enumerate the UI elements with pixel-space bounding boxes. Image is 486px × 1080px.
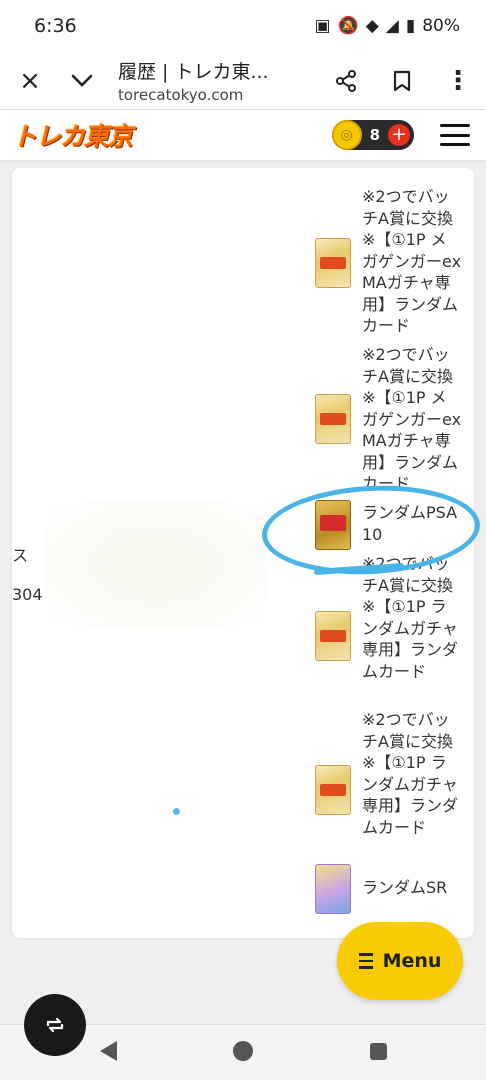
status-time: 6:36 <box>34 15 77 37</box>
back-icon[interactable] <box>100 1041 117 1061</box>
prize-text: ランダムSR <box>362 878 448 897</box>
expand-button[interactable] <box>60 59 104 103</box>
sr-card-thumbnail <box>315 864 351 914</box>
bookmark-icon <box>393 70 411 91</box>
prize-text: ※2つでバッチA賞に交換※【①1P メガゲンガーex MAガチャ専用】ランダムカ… <box>362 345 462 493</box>
bookmark-button[interactable] <box>380 59 424 103</box>
recents-icon[interactable] <box>370 1043 387 1060</box>
random-card-thumbnail <box>315 611 351 661</box>
signal-icon: ◢ <box>385 16 399 36</box>
menu-icon <box>358 953 373 969</box>
nfc-icon: ▣ <box>314 16 331 36</box>
list-item: ※2つでバッチA賞に交換※【①1P メガゲンガーex MAガチャ専用】ランダムカ… <box>315 344 465 494</box>
battery-icon: ▮ <box>405 16 416 36</box>
list-item: ※2つでバッチA賞に交換※【①1P ランダムガチャ専用】ランダムカード <box>315 553 465 703</box>
close-icon: × <box>19 65 41 96</box>
more-vert-icon: ⋮ <box>445 65 471 96</box>
battery-percent: 80% <box>422 16 460 36</box>
coin-icon: ◎ <box>331 120 362 150</box>
random-card-thumbnail <box>315 394 351 444</box>
site-header: トレカ東京 ◎ 8 + <box>0 110 486 160</box>
random-card-thumbnail <box>315 238 351 288</box>
site-logo[interactable]: トレカ東京 <box>12 117 133 153</box>
coin-count: 8 <box>369 126 380 144</box>
menu-button-label: Menu <box>382 950 442 972</box>
add-coin-button[interactable]: + <box>388 124 410 146</box>
share-button[interactable] <box>324 59 368 103</box>
status-bar: 6:36 ▣ 🔕 ◆ ◢ ▮ 80% <box>0 0 486 52</box>
mute-icon: 🔕 <box>337 16 359 36</box>
page-url: torecatokyo.com <box>118 86 244 104</box>
menu-button[interactable]: Menu <box>337 922 463 1000</box>
list-item: ランダムSR <box>315 864 465 914</box>
close-tab-button[interactable]: × <box>8 59 52 103</box>
page-title-area[interactable]: 履歴 | トレカ東... torecatokyo.com <box>118 57 324 104</box>
chevron-down-icon <box>71 74 93 87</box>
wifi-icon: ◆ <box>365 16 379 36</box>
list-item: ※2つでバッチA賞に交換※【①1P ランダムガチャ専用】ランダムカード <box>315 709 465 859</box>
home-icon[interactable] <box>233 1041 253 1061</box>
coin-balance[interactable]: ◎ 8 + <box>331 120 414 150</box>
page-title: 履歴 | トレカ東... <box>118 61 269 83</box>
rotate-icon <box>46 1017 64 1033</box>
status-icons: ▣ 🔕 ◆ ◢ ▮ 80% <box>314 16 460 36</box>
prize-text: ※2つでバッチA賞に交換※【①1P ランダムガチャ専用】ランダムカード <box>362 710 459 837</box>
more-button[interactable]: ⋮ <box>436 59 480 103</box>
touch-indicator-dot <box>173 808 180 815</box>
share-icon <box>336 69 356 92</box>
random-card-thumbnail <box>315 765 351 815</box>
prize-text: ※2つでバッチA賞に交換※【①1P メガゲンガーex MAガチャ専用】ランダムカ… <box>362 187 462 335</box>
browser-toolbar: × 履歴 | トレカ東... torecatokyo.com ⋮ <box>0 52 486 110</box>
cut-off-number: 304 <box>12 585 43 604</box>
list-item: ※2つでバッチA賞に交換※【①1P メガゲンガーex MAガチャ専用】ランダムカ… <box>315 186 465 336</box>
rotate-screen-button[interactable] <box>24 994 86 1056</box>
hamburger-menu-icon[interactable] <box>440 124 470 146</box>
cut-off-text: ス <box>12 546 29 565</box>
blurred-image <box>46 500 266 630</box>
